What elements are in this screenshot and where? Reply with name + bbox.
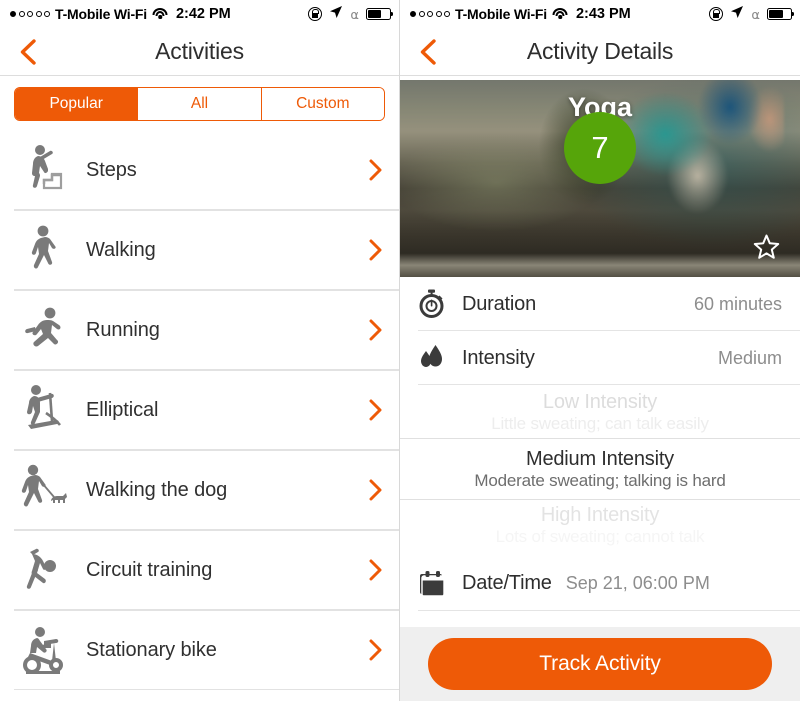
detail-label: Intensity <box>462 346 535 369</box>
activity-list: Steps Walking Running Elliptical Walking… <box>0 130 399 690</box>
stationary-bike-icon <box>14 625 76 675</box>
picker-option-title: Low Intensity <box>542 391 658 413</box>
back-button[interactable] <box>412 37 442 67</box>
track-activity-button[interactable]: Track Activity <box>428 638 772 690</box>
detail-value: 60 minutes <box>693 293 782 314</box>
segmented-control[interactable]: Popular All Custom <box>14 87 385 121</box>
picker-option-subtitle: Little sweating; can talk easily <box>491 414 709 433</box>
activity-score-badge[interactable]: 7 <box>564 112 636 184</box>
rotation-lock-icon <box>308 7 323 21</box>
carrier-label: T-Mobile Wi-Fi <box>55 6 147 22</box>
location-arrow-icon <box>730 5 744 23</box>
wifi-icon <box>152 8 168 20</box>
tab-all[interactable]: All <box>138 88 262 120</box>
running-icon <box>14 305 76 355</box>
water-drops-icon <box>418 343 462 373</box>
battery-icon <box>767 8 795 20</box>
activities-screen: T-Mobile Wi-Fi 2:42 PM ⍺ Activities Popu… <box>0 0 400 701</box>
list-item-label: Running <box>86 318 160 341</box>
list-item-stationary-bike[interactable]: Stationary bike <box>0 610 399 690</box>
list-item-label: Steps <box>86 158 137 181</box>
list-item-elliptical[interactable]: Elliptical <box>0 370 399 450</box>
stopwatch-icon <box>418 289 462 319</box>
list-item-label: Walking the dog <box>86 478 228 501</box>
tab-popular[interactable]: Popular <box>15 88 139 120</box>
list-item-circuit-training[interactable]: Circuit training <box>0 530 399 610</box>
chevron-right-icon <box>369 159 383 181</box>
battery-icon <box>366 8 394 20</box>
signal-strength-dots <box>410 11 450 17</box>
detail-label: Date/Time <box>462 571 552 594</box>
steps-icon <box>14 144 76 196</box>
list-item-label: Stationary bike <box>86 638 217 661</box>
tab-custom[interactable]: Custom <box>261 88 384 120</box>
list-item-walking[interactable]: Walking <box>0 210 399 290</box>
walking-icon <box>14 224 76 276</box>
picker-option-low[interactable]: Low Intensity Little sweating; can talk … <box>400 387 800 438</box>
intensity-picker[interactable]: Low Intensity Little sweating; can talk … <box>400 385 800 555</box>
wifi-icon <box>552 8 568 20</box>
picker-option-title: Medium Intensity <box>526 448 674 470</box>
list-item-running[interactable]: Running <box>0 290 399 370</box>
detail-row-intensity[interactable]: Intensity Medium <box>400 331 800 385</box>
chevron-right-icon <box>369 399 383 421</box>
walking-dog-icon <box>14 463 76 517</box>
carrier-label: T-Mobile Wi-Fi <box>455 6 547 22</box>
chevron-right-icon <box>369 479 383 501</box>
bluetooth-icon: ⍺ <box>751 6 760 22</box>
status-bar-left-group: T-Mobile Wi-Fi 2:43 PM <box>410 6 631 22</box>
picker-option-subtitle: Moderate sweating; talking is hard <box>474 471 726 490</box>
status-bar-right: T-Mobile Wi-Fi 2:43 PM ⍺ <box>400 0 800 28</box>
activity-hero-image: Yoga 7 <box>400 80 800 277</box>
status-bar-right-group: ⍺ <box>709 5 795 23</box>
navigation-bar-details: Activity Details <box>400 28 800 76</box>
calendar-icon <box>418 568 462 598</box>
bluetooth-icon: ⍺ <box>350 6 359 22</box>
rotation-lock-icon <box>709 7 724 21</box>
list-item-walking-the-dog[interactable]: Walking the dog <box>0 450 399 530</box>
location-arrow-icon <box>329 5 343 23</box>
segmented-control-container: Popular All Custom <box>0 76 399 130</box>
navigation-bar-activities: Activities <box>0 28 399 76</box>
status-bar-right-group: ⍺ <box>308 5 394 23</box>
detail-value: Sep 21, 06:00 PM <box>565 572 710 593</box>
chevron-right-icon <box>369 239 383 261</box>
list-item-label: Walking <box>86 238 156 261</box>
circuit-training-icon <box>14 546 76 594</box>
picker-option-medium[interactable]: Medium Intensity Moderate sweating; talk… <box>400 439 800 499</box>
back-button[interactable] <box>12 37 42 67</box>
footer-bar: Track Activity <box>400 627 800 701</box>
chevron-right-icon <box>369 559 383 581</box>
detail-label: Duration <box>462 292 536 315</box>
status-bar-left-group: T-Mobile Wi-Fi 2:42 PM <box>10 6 231 22</box>
page-title: Activities <box>155 38 244 64</box>
status-clock: 2:43 PM <box>575 6 631 22</box>
list-item-label: Circuit training <box>86 558 213 581</box>
status-bar-left: T-Mobile Wi-Fi 2:42 PM ⍺ <box>0 0 399 28</box>
picker-option-high[interactable]: High Intensity Lots of sweating; cannot … <box>400 500 800 551</box>
chevron-right-icon <box>369 639 383 661</box>
list-item-steps[interactable]: Steps <box>0 130 399 210</box>
list-item-label: Elliptical <box>86 398 159 421</box>
dual-screen-container: T-Mobile Wi-Fi 2:42 PM ⍺ Activities Popu… <box>0 0 800 701</box>
activity-details-screen: T-Mobile Wi-Fi 2:43 PM ⍺ Activity Detail… <box>400 0 800 701</box>
signal-strength-dots <box>10 11 50 17</box>
detail-row-duration[interactable]: Duration 60 minutes <box>400 277 800 331</box>
star-outline-icon[interactable] <box>753 234 780 265</box>
detail-value: Medium <box>717 347 782 368</box>
page-title: Activity Details <box>526 38 674 64</box>
detail-row-datetime[interactable]: Date/Time Sep 21, 06:00 PM <box>400 555 800 611</box>
elliptical-icon <box>14 383 76 437</box>
chevron-right-icon <box>369 319 383 341</box>
status-clock: 2:42 PM <box>175 6 231 22</box>
picker-option-title: High Intensity <box>540 504 660 526</box>
picker-option-subtitle: Lots of sweating; cannot talk <box>495 527 705 546</box>
